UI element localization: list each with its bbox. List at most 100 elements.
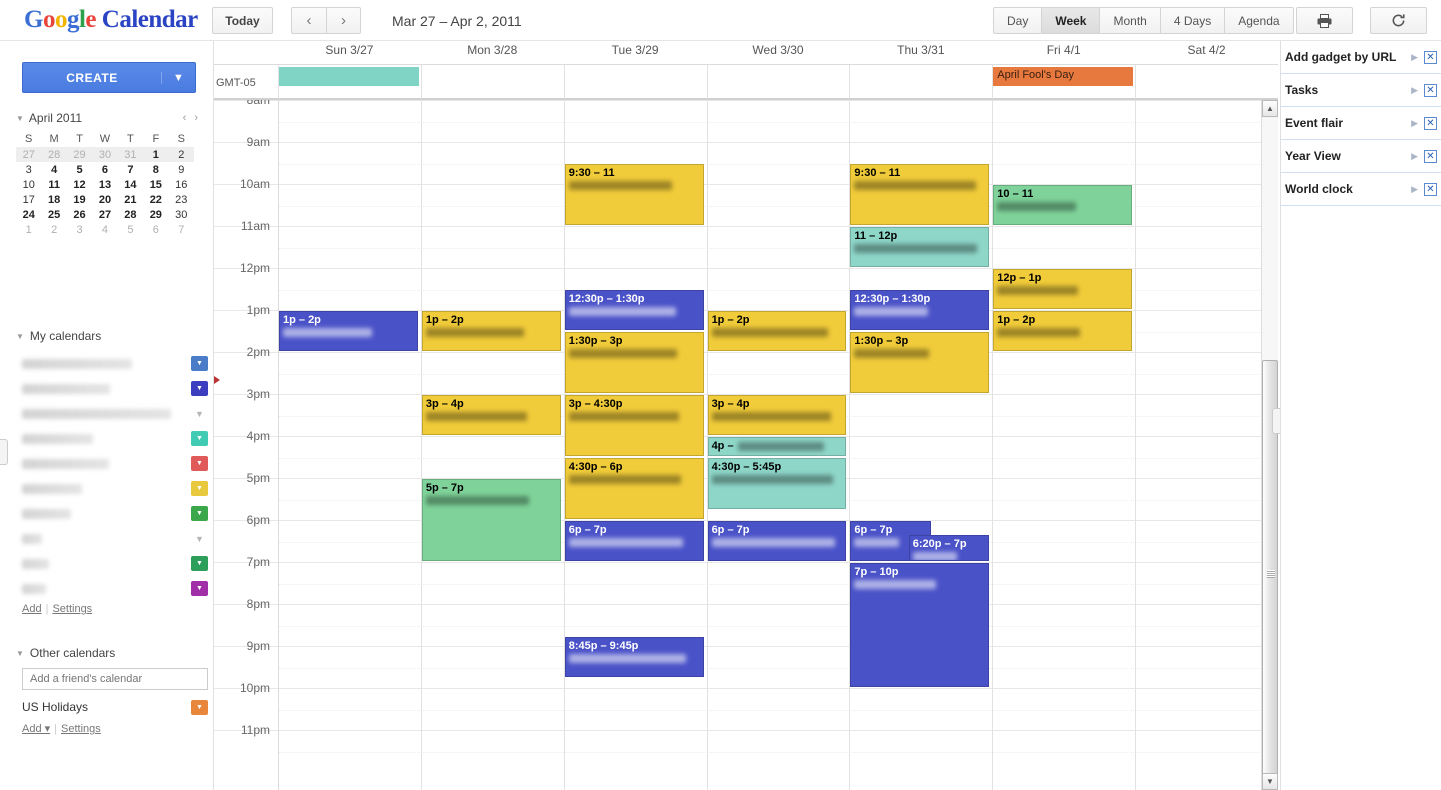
close-icon[interactable]: ✕ [1424,182,1437,196]
hour-row[interactable] [214,142,1278,184]
gadget-item-year-view[interactable]: Year View ▶ ✕ [1281,140,1441,173]
create-dropdown-caret-icon[interactable]: ▼ [161,71,195,84]
calendar-list-item[interactable]: ▼ [22,426,208,451]
calendar-list-item[interactable]: ▼ [22,451,208,476]
calendar-event[interactable]: 5p – 7p [421,479,561,561]
mini-day-cell[interactable]: 11 [41,177,66,192]
calendar-color-chip[interactable]: ▼ [191,556,208,571]
calendar-list-item[interactable]: ▼ [22,476,208,501]
mini-day-cell[interactable]: 29 [67,147,92,162]
close-icon[interactable]: ✕ [1424,116,1437,130]
calendar-event[interactable]: 9:30 – 11 [850,164,990,225]
mini-week-row[interactable]: 1234567 [16,222,194,237]
calendar-event[interactable]: 1:30p – 3p [850,332,990,393]
chevron-right-icon[interactable]: ▶ [1405,118,1424,129]
my-calendars-settings-link[interactable]: Settings [52,603,92,615]
mini-day-cell[interactable]: 6 [143,222,168,237]
calendar-event[interactable]: 6:20p – 7p [908,534,990,561]
calendar-list-item[interactable]: ▼ [22,401,208,426]
calendar-event[interactable]: 6p – 7p [564,521,704,561]
other-calendars-settings-link[interactable]: Settings [61,723,101,735]
collapse-triangle-icon[interactable]: ▼ [16,114,24,123]
day-header-0[interactable]: Sun 3/27 [278,43,421,61]
mini-day-cell[interactable]: 2 [41,222,66,237]
gadget-item-tasks[interactable]: Tasks ▶ ✕ [1281,74,1441,107]
mini-day-cell[interactable]: 8 [143,162,168,177]
calendar-color-chip[interactable]: ▼ [191,431,208,446]
gadget-panel-collapse-handle[interactable] [1272,408,1280,434]
mini-day-cell[interactable]: 29 [143,207,168,222]
calendar-color-chip[interactable]: ▼ [191,531,208,546]
calendar-event[interactable]: 12:30p – 1:30p [850,290,990,330]
chevron-right-icon[interactable]: ▶ [1405,151,1424,162]
mini-day-cell[interactable]: 27 [16,147,41,162]
mini-next-month-icon[interactable]: › [190,112,202,124]
mini-day-cell[interactable]: 17 [16,192,41,207]
scroll-down-icon[interactable]: ▼ [1262,773,1278,790]
day-header-6[interactable]: Sat 4/2 [1135,43,1278,61]
calendar-event[interactable]: 1p – 2p [707,311,847,351]
hour-row[interactable] [214,226,1278,268]
hour-row[interactable] [214,730,1278,772]
hour-row[interactable] [214,688,1278,730]
mini-day-cell[interactable]: 2 [169,147,194,162]
next-week-icon[interactable]: › [326,7,361,34]
other-calendars-add-link[interactable]: Add ▾ [22,723,50,735]
chevron-right-icon[interactable]: ▶ [1405,52,1424,63]
google-calendar-logo[interactable]: Google Calendar [24,6,198,34]
scrollbar-track[interactable] [1262,118,1278,788]
calendar-list-item[interactable]: ▼ [22,351,208,376]
calendar-color-chip[interactable]: ▼ [191,481,208,496]
calendar-event[interactable]: 3p – 4p [421,395,561,435]
today-button[interactable]: Today [212,7,273,34]
us-holidays-color-chip[interactable]: ▼ [191,699,208,715]
mini-week-row[interactable]: 27 28 29 30 31 1 2 [16,147,194,162]
hour-row[interactable] [214,604,1278,646]
calendar-event[interactable]: 1p – 2p [279,311,418,351]
mini-day-cell[interactable]: 19 [67,192,92,207]
mini-day-cell[interactable]: 26 [67,207,92,222]
mini-day-cell[interactable]: 21 [118,192,143,207]
my-calendars-add-link[interactable]: Add [22,603,42,615]
mini-day-cell[interactable]: 3 [16,162,41,177]
mini-day-cell[interactable]: 30 [92,147,117,162]
mini-day-cell[interactable]: 5 [118,222,143,237]
collapse-triangle-icon[interactable]: ▼ [16,332,24,341]
day-header-1[interactable]: Mon 3/28 [421,43,564,61]
calendar-list-item[interactable]: ▼ [22,576,208,601]
calendar-event[interactable]: 8:45p – 9:45p [564,636,704,677]
gadget-item-world-clock[interactable]: World clock ▶ ✕ [1281,173,1441,206]
close-icon[interactable]: ✕ [1424,149,1437,163]
view-button-day[interactable]: Day [993,7,1042,34]
calendar-list-item[interactable]: ▼ [22,551,208,576]
refresh-button[interactable] [1370,7,1427,34]
mini-day-cell[interactable]: 12 [67,177,92,192]
chevron-right-icon[interactable]: ▶ [1405,184,1424,195]
view-button-month[interactable]: Month [1099,7,1160,34]
calendar-list-item[interactable]: ▼ [22,526,208,551]
us-holidays-row[interactable]: US Holidays ▼ [22,698,208,716]
calendar-event[interactable]: 11 – 12p [850,227,990,267]
mini-day-cell[interactable]: 7 [169,222,194,237]
mini-day-cell[interactable]: 25 [41,207,66,222]
mini-day-cell[interactable]: 18 [41,192,66,207]
mini-day-cell[interactable]: 16 [169,177,194,192]
mini-day-cell[interactable]: 24 [16,207,41,222]
calendar-color-chip[interactable]: ▼ [191,406,208,421]
mini-day-cell[interactable]: 28 [118,207,143,222]
gadget-item-add-gadget-by-url[interactable]: Add gadget by URL ▶ ✕ [1281,41,1441,74]
mini-day-cell[interactable]: 4 [41,162,66,177]
calendar-event[interactable]: 4p – [707,437,847,456]
mini-day-cell[interactable]: 28 [41,147,66,162]
mini-week-row[interactable]: 17 18 19 20 21 22 23 [16,192,194,207]
mini-day-cell[interactable]: 1 [16,222,41,237]
mini-day-cell[interactable]: 31 [118,147,143,162]
mini-day-cell[interactable]: 6 [92,162,117,177]
view-button-agenda[interactable]: Agenda [1224,7,1294,34]
mini-day-cell[interactable]: 9 [169,162,194,177]
mini-day-cell[interactable]: 30 [169,207,194,222]
chevron-right-icon[interactable]: ▶ [1405,85,1424,96]
day-header-4[interactable]: Thu 3/31 [849,43,992,61]
sidebar-collapse-handle[interactable] [0,439,8,465]
calendar-event[interactable]: 1p – 2p [421,311,561,351]
